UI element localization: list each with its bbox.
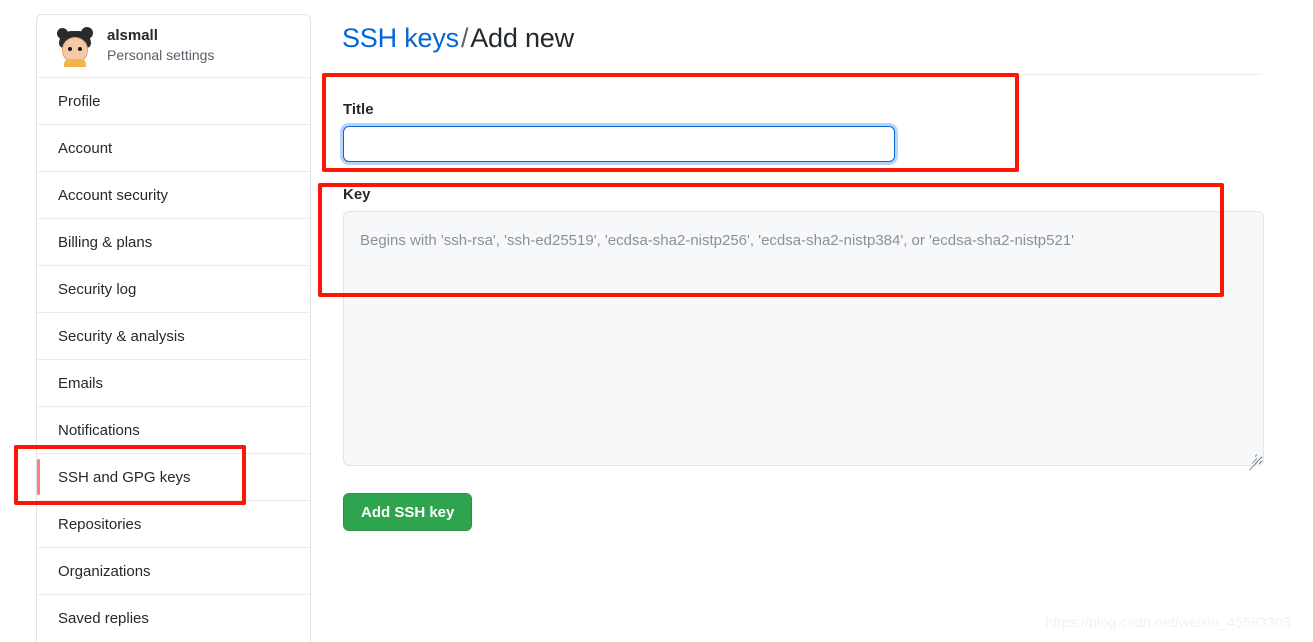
breadcrumb-current: Add new bbox=[470, 23, 574, 53]
sidebar-item-organizations[interactable]: Organizations bbox=[37, 548, 310, 595]
profile-username: alsmall bbox=[107, 27, 158, 45]
sidebar-item-security-and-analysis[interactable]: Security & analysis bbox=[37, 313, 310, 360]
settings-sidebar: alsmall Personal settings Profile Accoun… bbox=[36, 14, 311, 642]
breadcrumb-separator: / bbox=[460, 23, 469, 53]
sidebar-item-label: Account bbox=[58, 139, 113, 157]
sidebar-profile-header[interactable]: alsmall Personal settings bbox=[37, 15, 310, 78]
sidebar-item-label: Billing & plans bbox=[58, 233, 153, 251]
sidebar-item-emails[interactable]: Emails bbox=[37, 360, 310, 407]
main-content: SSH keys/Add new Title Key Add SSH key bbox=[341, 14, 1266, 531]
key-field-group: Key bbox=[343, 186, 1266, 471]
sidebar-item-label: Security log bbox=[58, 280, 137, 298]
sidebar-item-label: SSH and GPG keys bbox=[58, 468, 191, 486]
breadcrumb-ssh-keys-link[interactable]: SSH keys bbox=[342, 23, 459, 53]
title-divider bbox=[341, 74, 1262, 75]
sidebar-item-label: Saved replies bbox=[58, 610, 149, 627]
page-title: SSH keys/Add new bbox=[342, 21, 1266, 55]
sidebar-item-billing-and-plans[interactable]: Billing & plans bbox=[37, 219, 310, 266]
sidebar-item-notifications[interactable]: Notifications bbox=[37, 407, 310, 454]
sidebar-item-label: Security & analysis bbox=[58, 327, 185, 345]
sidebar-item-label: Account security bbox=[58, 186, 169, 204]
add-ssh-key-button[interactable]: Add SSH key bbox=[343, 493, 473, 531]
sidebar-item-label: Notifications bbox=[58, 421, 140, 439]
sidebar-item-saved-replies[interactable]: Saved replies bbox=[37, 595, 310, 642]
key-field-label: Key bbox=[343, 186, 371, 203]
user-avatar-icon bbox=[54, 25, 96, 67]
sidebar-item-profile[interactable]: Profile bbox=[37, 78, 310, 125]
sidebar-item-account[interactable]: Account bbox=[37, 125, 310, 172]
sidebar-item-account-security[interactable]: Account security bbox=[37, 172, 310, 219]
sidebar-item-ssh-and-gpg-keys[interactable]: SSH and GPG keys bbox=[37, 454, 310, 501]
sidebar-item-security-log[interactable]: Security log bbox=[37, 266, 310, 313]
sidebar-item-label: Organizations bbox=[58, 562, 151, 580]
sidebar-item-label: Repositories bbox=[58, 515, 142, 533]
profile-subtitle: Personal settings bbox=[107, 47, 215, 64]
sidebar-item-label: Profile bbox=[58, 92, 101, 110]
key-textarea[interactable] bbox=[343, 211, 1264, 466]
sidebar-item-repositories[interactable]: Repositories bbox=[37, 501, 310, 548]
sidebar-item-label: Emails bbox=[58, 374, 104, 392]
watermark-text: https://blog.csdn.net/weixin_45583303 bbox=[1045, 614, 1291, 630]
title-field-label: Title bbox=[343, 101, 374, 118]
title-field-group: Title bbox=[343, 101, 1266, 162]
title-input[interactable] bbox=[343, 126, 895, 162]
